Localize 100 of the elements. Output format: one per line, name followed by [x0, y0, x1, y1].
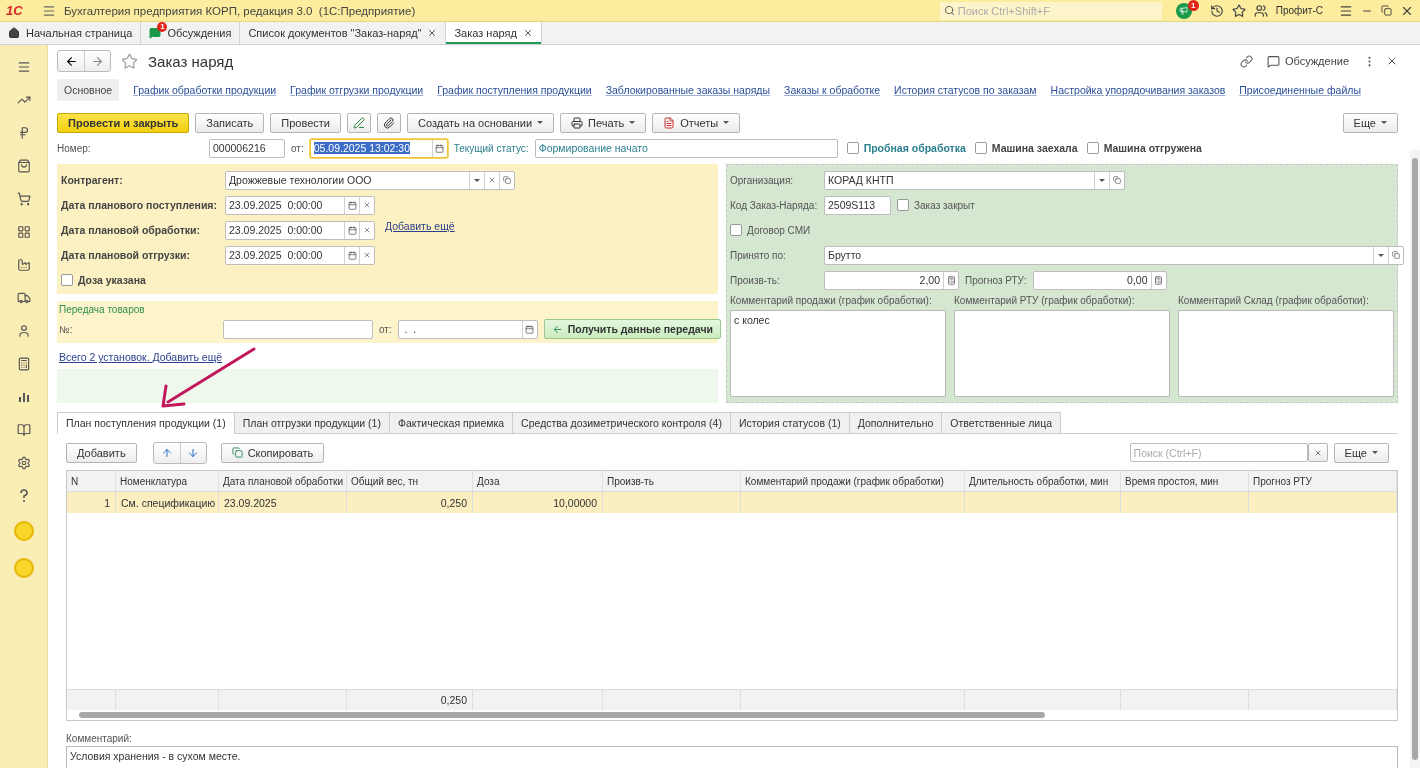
open-button[interactable]: [1109, 171, 1124, 189]
column-header[interactable]: Доза: [473, 471, 603, 492]
table-search-field[interactable]: Поиск (Ctrl+F): [1129, 443, 1308, 463]
section-link[interactable]: Заблокированные заказы наряды: [605, 84, 771, 97]
column-header[interactable]: Общий вес, тн: [347, 471, 473, 492]
section-link[interactable]: Основное: [57, 79, 120, 102]
column-header[interactable]: N: [67, 471, 116, 492]
column-header[interactable]: Номенклатура: [116, 471, 219, 492]
accepted-by-field[interactable]: Брутто: [824, 245, 1404, 265]
post-and-close-button[interactable]: Провести и закрыть: [57, 112, 190, 133]
open-button[interactable]: [1388, 246, 1403, 264]
toolbar-button[interactable]: Записать: [195, 112, 265, 133]
comment-area[interactable]: с колес: [730, 310, 946, 398]
discussion-button[interactable]: Обсуждение: [1262, 54, 1353, 68]
section-link[interactable]: Заказы к обработке: [784, 84, 881, 97]
checkbox[interactable]: [846, 142, 859, 155]
calculator-button[interactable]: [943, 271, 958, 289]
checkbox[interactable]: [897, 199, 909, 212]
organization-field[interactable]: КОРАД КНТП: [824, 170, 1125, 190]
transfer-date-field[interactable]: . .: [397, 319, 538, 339]
print-button[interactable]: Печать: [560, 112, 647, 133]
search-field[interactable]: Поиск Ctrl+Shift+F: [939, 1, 1162, 20]
window-tab[interactable]: 1 Обсуждения: [141, 22, 241, 44]
shopping-bag-icon[interactable]: [15, 158, 32, 174]
calendar-button[interactable]: [344, 196, 359, 214]
pen-button[interactable]: [347, 112, 371, 133]
get-transfer-data-button[interactable]: Получить данные передачи: [543, 319, 721, 340]
user-name[interactable]: Профит-С: [1275, 5, 1323, 16]
tab[interactable]: Средства дозиметрического контроля (4): [512, 412, 731, 434]
date-field[interactable]: 05.09.2025 13:02:30: [309, 138, 448, 158]
comment-field[interactable]: Условия хранения - в сухом месте.: [66, 746, 1398, 768]
tab[interactable]: Ответственные лица: [941, 412, 1062, 434]
forecast-field[interactable]: 0,00: [1032, 270, 1167, 290]
tab[interactable]: Дополнительно: [848, 412, 943, 434]
number-field[interactable]: 000006216: [209, 138, 285, 158]
reports-button[interactable]: Отчеты: [652, 112, 741, 133]
grid-icon[interactable]: [15, 224, 32, 240]
more-button[interactable]: Еще: [1342, 112, 1398, 133]
date-field[interactable]: 23.09.2025 0:00:00: [225, 245, 375, 265]
add-button[interactable]: Добавить: [66, 442, 137, 463]
truck-icon[interactable]: [15, 290, 32, 306]
menu-icon[interactable]: [42, 3, 56, 18]
settings-icon[interactable]: [15, 455, 32, 471]
column-header[interactable]: Длительность обработки, мин: [965, 471, 1121, 492]
open-button[interactable]: [499, 171, 514, 189]
more-button[interactable]: Еще: [1333, 442, 1389, 463]
menu-icon[interactable]: [1339, 3, 1353, 18]
book-icon[interactable]: [15, 422, 32, 438]
section-link[interactable]: Настройка упорядочивания заказов: [1050, 84, 1226, 97]
vertical-scrollbar[interactable]: [1410, 150, 1420, 768]
checkbox[interactable]: [61, 274, 73, 287]
notifications-button[interactable]: [1175, 2, 1192, 19]
tab[interactable]: План поступления продукции (1): [57, 412, 235, 435]
section-link[interactable]: График обработки продукции: [133, 84, 277, 97]
add-more-link[interactable]: Добавить ещё: [385, 220, 455, 233]
tab[interactable]: Фактическая приемка: [388, 412, 514, 434]
star-icon[interactable]: [1231, 3, 1246, 18]
history-icon[interactable]: [1209, 3, 1224, 18]
status-field[interactable]: Формирование начато: [534, 138, 838, 158]
column-header[interactable]: Дата плановой обработки: [219, 471, 347, 492]
section-link[interactable]: График поступления продукции: [437, 84, 592, 97]
calendar-button[interactable]: [344, 221, 359, 239]
section-link[interactable]: График отгрузки продукции: [290, 84, 424, 97]
summary-link[interactable]: Всего 2 установок. Добавить ещё: [59, 351, 223, 364]
link-icon[interactable]: [1239, 54, 1253, 68]
close-icon[interactable]: [522, 28, 533, 38]
factory-icon[interactable]: [15, 257, 32, 273]
attach-button[interactable]: [377, 112, 401, 133]
shopping-cart-icon[interactable]: [15, 191, 32, 207]
date-field[interactable]: 23.09.2025 0:00:00: [225, 220, 375, 240]
section-link[interactable]: История статусов по заказам: [894, 84, 1037, 97]
code-field[interactable]: 2509S113: [824, 195, 891, 215]
column-header[interactable]: Комментарий продажи (график обработки): [741, 471, 965, 492]
close-icon[interactable]: [427, 28, 438, 38]
users-icon[interactable]: [1253, 3, 1268, 18]
copy-button[interactable]: Скопировать: [220, 442, 325, 463]
tab[interactable]: План отгрузки продукции (1): [233, 412, 390, 434]
calendar-button[interactable]: [521, 320, 537, 338]
window-tab[interactable]: Заказ наряд: [446, 22, 542, 44]
column-header[interactable]: Время простоя, мин: [1121, 471, 1249, 492]
column-header[interactable]: Произв-ть: [603, 471, 741, 492]
column-header[interactable]: Прогноз РТУ: [1249, 471, 1397, 492]
checkbox[interactable]: [974, 142, 987, 155]
calendar-button[interactable]: [431, 139, 447, 157]
date-field[interactable]: 23.09.2025 0:00:00: [225, 195, 375, 215]
star-icon[interactable]: [121, 52, 138, 70]
calendar-button[interactable]: [344, 246, 359, 264]
checkbox[interactable]: [730, 224, 742, 237]
caret-icon: [1099, 178, 1105, 182]
productivity-field[interactable]: 2,00: [824, 270, 959, 290]
dropdown-button[interactable]: Создать на основании: [407, 112, 555, 133]
restore-icon[interactable]: [1381, 5, 1392, 16]
toolbar-button[interactable]: Провести: [270, 112, 341, 133]
checkbox[interactable]: [1086, 142, 1099, 155]
table-row[interactable]: 1 См. спецификацию 23.09.2025 0,250 10,00000: [67, 492, 1397, 514]
transfer-number-field[interactable]: [223, 319, 373, 339]
window-tab[interactable]: Начальная страница: [0, 22, 142, 44]
counterparty-field[interactable]: Дрожжевые технологии ООО: [225, 170, 515, 190]
section-link[interactable]: Присоединенные файлы: [1239, 84, 1361, 97]
tab[interactable]: История статусов (1): [729, 412, 850, 434]
